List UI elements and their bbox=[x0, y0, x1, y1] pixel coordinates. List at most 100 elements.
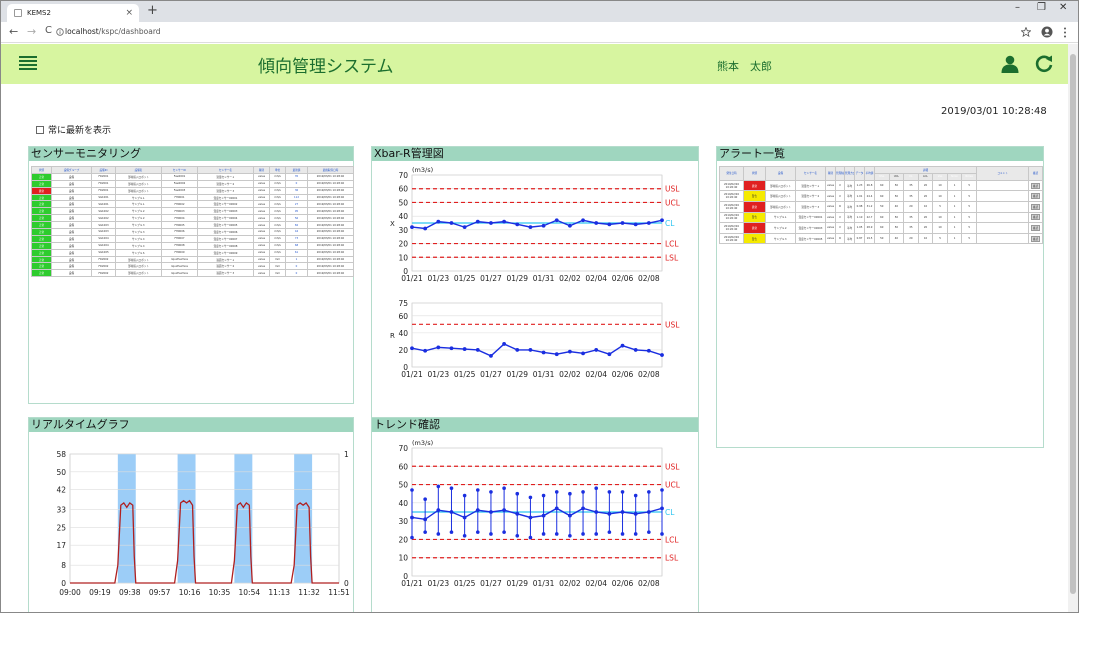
bookmark-star-icon[interactable] bbox=[1021, 27, 1031, 37]
profile-icon[interactable] bbox=[1041, 26, 1053, 38]
confirm-button[interactable]: 確認 bbox=[1030, 203, 1041, 210]
column-header[interactable]: 設備 bbox=[765, 166, 796, 181]
table-row[interactable]: 正常 設備 SG1004 サンプル４ FH0008 温度センサー00008 value m3/… bbox=[31, 241, 354, 250]
vertical-scrollbar[interactable] bbox=[1068, 44, 1078, 612]
data-point bbox=[607, 222, 612, 227]
table-row[interactable]: 正常 設備 FR2001 部材投入ロボット Fsw0001 流量センサー１ value m3/… bbox=[31, 172, 354, 181]
table-row[interactable]: 異常 設備 FR2001 部材投入ロボット Fsw0003 流量センサー３ value m3/… bbox=[31, 186, 354, 195]
table-row[interactable]: 正常 設備 FR2002 部材投入ロボット liquidSurface 液面センサー１ va… bbox=[31, 255, 354, 264]
table-row[interactable]: 正常 設備 SG1003 サンプル３ FH0006 温度センサー00006 value m3/… bbox=[31, 228, 354, 236]
column-header[interactable]: 最終取得日時 bbox=[307, 166, 354, 174]
data-point bbox=[462, 347, 467, 351]
table-cell: 温度センサー00003 bbox=[197, 207, 254, 216]
comment-cell[interactable] bbox=[976, 222, 1029, 234]
column-header[interactable]: 発生日時 bbox=[719, 166, 744, 181]
browser-tab[interactable]: KEMS2 × bbox=[7, 4, 139, 22]
table-cell: 1.01 bbox=[854, 190, 865, 202]
always-latest-checkbox[interactable]: 常に最新を表示 bbox=[36, 123, 111, 136]
alert-row[interactable]: 2019/02/26 10:26:40 異常 部材投入ロボット 流量センサー３ valu… bbox=[719, 200, 1043, 213]
confirm-button[interactable]: 確認 bbox=[1030, 182, 1041, 189]
url-field[interactable]: localhost/kspc/dashboard bbox=[65, 26, 161, 38]
maximize-icon[interactable]: ❐ bbox=[1037, 2, 1046, 13]
comment-cell[interactable] bbox=[976, 190, 1029, 202]
hamburger-menu-icon[interactable] bbox=[19, 56, 37, 71]
column-header[interactable]: 種別 bbox=[825, 166, 836, 181]
reload-icon[interactable]: C bbox=[45, 25, 52, 36]
column-header[interactable]: 管理方式 bbox=[844, 166, 855, 181]
table-row[interactable]: 正常 設備 SG1002 サンプル２ FH0003 温度センサー00003 value m3/… bbox=[31, 207, 354, 216]
table-row[interactable]: 正常 設備 SG1004 サンプル４ FH0007 温度センサー00007 value m3/… bbox=[31, 234, 354, 243]
alert-row[interactable]: 2019/02/26 10:26:40 警告 サンプル３ 温度センサー00005 val… bbox=[719, 232, 1043, 245]
checkbox-box[interactable] bbox=[36, 126, 44, 134]
kebab-menu-icon[interactable] bbox=[1063, 27, 1067, 38]
column-header[interactable]: コメント bbox=[976, 166, 1029, 181]
comment-cell[interactable] bbox=[976, 211, 1029, 224]
confirm-button[interactable]: 確認 bbox=[1030, 193, 1041, 200]
tab-title: KEMS2 bbox=[27, 9, 51, 17]
alert-row[interactable]: 2019/02/26 10:26:40 異常 サンプル２ 温度センサー00003 val… bbox=[719, 222, 1043, 234]
r-chart: 02040607501/21 01/23 01/25 01/27 01/29 01/31 0… bbox=[390, 299, 680, 379]
confirm-button[interactable]: 確認 bbox=[1030, 214, 1041, 221]
user-icon[interactable] bbox=[1001, 55, 1019, 73]
y-axis-label: R bbox=[390, 332, 395, 340]
limit-label: LSL bbox=[665, 554, 679, 563]
x-tick-label: 09:38 bbox=[119, 588, 141, 597]
comment-cell[interactable] bbox=[976, 232, 1029, 245]
confirm-button[interactable]: 確認 bbox=[1030, 235, 1041, 242]
data-point bbox=[567, 223, 572, 228]
column-header[interactable]: センサー名 bbox=[197, 166, 254, 174]
column-header[interactable]: 状態 bbox=[743, 166, 766, 181]
table-row[interactable]: 正常 設備 SG1001 サンプル１ FH0001 温度センサー00001 value m3/… bbox=[31, 193, 354, 202]
table-cell: 設備 bbox=[51, 221, 92, 230]
table-row[interactable]: 正常 設備 SG1005 サンプル５ FH0009 温度センサー00009 value m3/… bbox=[31, 248, 354, 257]
column-header[interactable]: 状態 bbox=[31, 166, 52, 174]
column-header[interactable]: 確認 bbox=[1028, 166, 1043, 181]
comment-cell[interactable] bbox=[976, 200, 1029, 213]
scrollbar-thumb[interactable] bbox=[1070, 54, 1076, 594]
table-row[interactable]: 正常 設備 FR2001 部材投入ロボット Fsw0002 流量センサー２ value m3/… bbox=[31, 179, 354, 188]
table-cell: 2019/03/01 10:28:40 bbox=[307, 269, 354, 278]
alert-row[interactable]: 2019/02/26 10:26:40 警告 サンプル１ 温度センサー00001 val… bbox=[719, 211, 1043, 224]
min-point bbox=[568, 533, 572, 538]
info-icon[interactable] bbox=[56, 28, 64, 36]
alert-row[interactable]: 2019/02/26 10:26:40 警告 部材投入ロボット 流量センサー２ valu… bbox=[719, 190, 1043, 202]
table-cell: 2019/03/01 10:28:40 bbox=[307, 172, 354, 181]
new-tab-button[interactable]: + bbox=[147, 3, 158, 18]
table-row[interactable]: 正常 設備 SG1003 サンプル３ FH0005 温度センサー00005 value m3/… bbox=[31, 221, 354, 230]
column-header[interactable]: 設備グループ bbox=[51, 166, 92, 174]
comment-cell[interactable] bbox=[976, 179, 1029, 192]
table-row[interactable]: 正常 設備 SG1002 サンプル２ FH0004 温度センサー00004 value m3/… bbox=[31, 214, 354, 223]
alert-row[interactable]: 2019/02/26 10:26:40 異常 部材投入ロボット 流量センサー１ valu… bbox=[719, 179, 1043, 192]
close-tab-icon[interactable]: × bbox=[125, 4, 133, 22]
column-header[interactable]: 設備名 bbox=[115, 166, 162, 174]
data-point bbox=[502, 508, 507, 513]
app-header: 傾向管理システム 熊本 太郎 bbox=[1, 44, 1068, 84]
back-icon[interactable]: ← bbox=[9, 25, 18, 38]
table-row[interactable]: 正常 設備 FR2002 部材投入ロボット liquidSurface 液面センサー２ va… bbox=[31, 262, 354, 271]
column-header[interactable]: 最新値 bbox=[285, 166, 308, 174]
y-tick-label: 70 bbox=[398, 171, 408, 180]
table-cell: 流量センサー３ bbox=[795, 200, 826, 213]
refresh-icon[interactable] bbox=[1034, 54, 1054, 74]
column-header[interactable]: 設備ID bbox=[91, 166, 116, 174]
minimize-icon[interactable]: – bbox=[1015, 2, 1020, 13]
forward-icon[interactable]: → bbox=[27, 25, 36, 38]
always-latest-label: 常に最新を表示 bbox=[48, 126, 112, 136]
column-header[interactable]: 種別 bbox=[253, 166, 270, 174]
table-cell: 部材投入ロボット bbox=[115, 255, 162, 264]
column-header[interactable]: 平均値 bbox=[864, 166, 875, 181]
table-cell: SG1002 bbox=[91, 207, 116, 216]
table-cell: 設備 bbox=[51, 234, 92, 243]
column-header[interactable]: 管理軸 bbox=[835, 166, 845, 181]
table-row[interactable]: 正常 設備 SG1001 サンプル１ FH0002 温度センサー00002 value m3/… bbox=[31, 200, 354, 209]
column-header[interactable]: データ bbox=[854, 166, 865, 181]
table-cell: Fsw0003 bbox=[161, 186, 198, 195]
confirm-button[interactable]: 確認 bbox=[1030, 224, 1041, 231]
column-header[interactable]: センサー名 bbox=[795, 166, 826, 181]
column-header[interactable]: 単位 bbox=[269, 166, 286, 174]
table-row[interactable]: 正常 設備 FR2002 部材投入ロボット liquidSurface 液面センサー３ va… bbox=[31, 269, 354, 278]
data-point bbox=[541, 223, 546, 228]
close-window-icon[interactable]: ✕ bbox=[1059, 2, 1067, 13]
column-header[interactable]: センサーID bbox=[161, 166, 198, 174]
y-tick-label: 20 bbox=[398, 346, 408, 355]
